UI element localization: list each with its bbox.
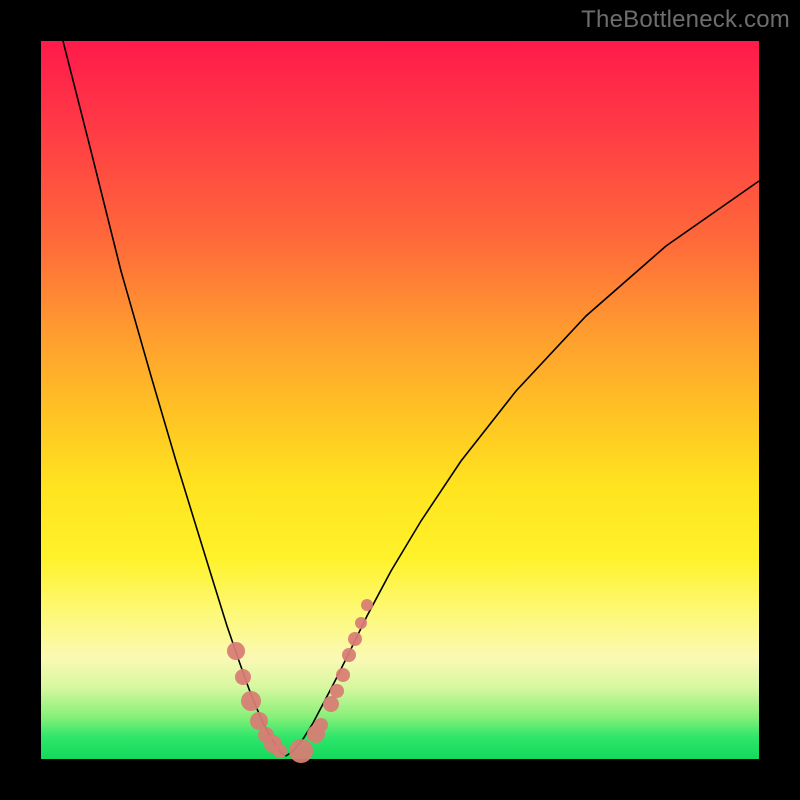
curve-layer: [41, 41, 759, 759]
chart-frame: TheBottleneck.com: [0, 0, 800, 800]
marker-dot: [227, 642, 245, 660]
marker-dot: [348, 632, 362, 646]
marker-dot: [355, 617, 367, 629]
marker-dot: [361, 599, 373, 611]
marker-dot: [235, 669, 251, 685]
right-curve: [286, 181, 759, 756]
marker-dots: [227, 599, 373, 763]
left-curve: [63, 41, 286, 756]
marker-dot: [241, 691, 261, 711]
marker-dot: [289, 739, 313, 763]
marker-dot: [323, 696, 339, 712]
marker-dot: [314, 718, 328, 732]
plot-area: [41, 41, 759, 759]
watermark-text: TheBottleneck.com: [581, 6, 790, 34]
marker-dot: [330, 684, 344, 698]
marker-dot: [342, 648, 356, 662]
marker-dot: [273, 744, 287, 758]
marker-dot: [336, 668, 350, 682]
